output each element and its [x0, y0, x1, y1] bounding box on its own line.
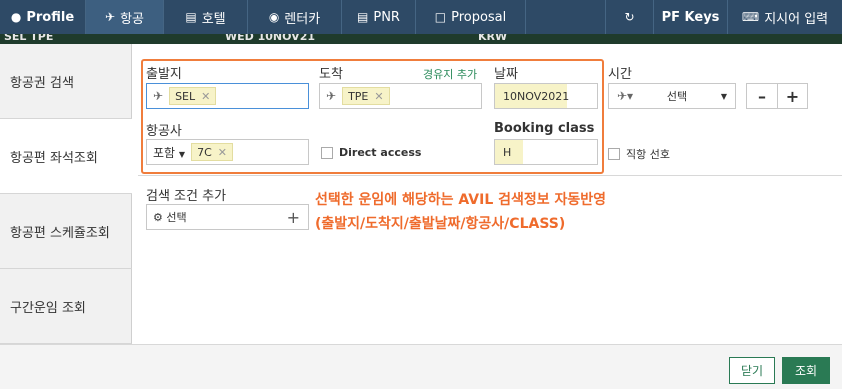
- annotation-line-1: 선택한 운임에 해당하는 AVIL 검색정보 자동반영: [315, 192, 607, 208]
- nav-spacer: [526, 0, 606, 34]
- nav-command[interactable]: ⌨ 지시어 입력: [728, 0, 842, 34]
- time-stepper: – +: [746, 83, 808, 109]
- nav-airline[interactable]: ✈ 항공: [86, 0, 164, 34]
- top-nav: ● Profile ✈ 항공 ▤ 호텔 ◉ 렌터카 ▤ PNR □ Propos…: [0, 0, 842, 34]
- search-button[interactable]: 조회: [782, 357, 830, 384]
- nav-hotel-label: 호텔: [201, 11, 226, 27]
- nav-profile[interactable]: ● Profile: [0, 0, 86, 34]
- tab-flight-schedule-label: 항공편 스케쥴조회: [10, 225, 110, 241]
- chevron-down-icon: ▼: [720, 91, 727, 101]
- nav-refresh[interactable]: ↻: [606, 0, 654, 34]
- tab-segment-fare-label: 구간운임 조회: [10, 300, 86, 316]
- nav-command-label: 지시어 입력: [764, 11, 829, 27]
- footer: 닫기 조회: [0, 344, 842, 389]
- increment-button[interactable]: +: [777, 84, 807, 108]
- nav-rentacar-label: 렌터카: [284, 11, 321, 27]
- annotation-line-2: (출발지/도착지/출발날짜/항공사/CLASS): [315, 216, 566, 232]
- plane-icon: ✈: [105, 10, 116, 24]
- nav-pfkeys[interactable]: PF Keys: [654, 0, 728, 34]
- more-conditions-label: 검색 조건 추가: [146, 189, 227, 204]
- sidebar: 항공권 검색 항공편 좌석조회 항공편 스케쥴조회 구간운임 조회: [0, 44, 132, 344]
- tab-seat-availability[interactable]: 항공편 좌석조회: [0, 119, 132, 194]
- plane-icon: ✈▾: [617, 89, 634, 103]
- tab-ticket-search-label: 항공권 검색: [10, 75, 74, 91]
- list-icon: ▤: [357, 10, 369, 24]
- keyboard-icon: ⌨: [741, 10, 760, 24]
- more-conditions-select[interactable]: ⚙ 선택 +: [146, 204, 309, 230]
- gear-icon: ⚙: [153, 211, 163, 224]
- time-label: 시간: [608, 67, 632, 82]
- summary-bar: SEL TPE WED 10NOV21 KRW: [0, 34, 842, 44]
- more-conditions-value: 선택: [166, 211, 187, 224]
- nav-profile-label: Profile: [26, 9, 75, 25]
- divider: [138, 175, 842, 176]
- user-icon: ●: [10, 10, 22, 24]
- summary-currency: KRW: [478, 34, 508, 43]
- nav-pnr[interactable]: ▤ PNR: [342, 0, 416, 34]
- more-conditions-value-wrap: ⚙ 선택: [153, 209, 187, 225]
- direct-flight-label: 직항 선호: [626, 148, 670, 161]
- summary-route: SEL TPE: [4, 34, 54, 43]
- time-select[interactable]: ✈▾ 선택 ▼: [608, 83, 736, 109]
- tab-seat-availability-label: 항공편 좌석조회: [10, 150, 98, 166]
- nav-hotel[interactable]: ▤ 호텔: [164, 0, 248, 34]
- plus-icon[interactable]: +: [287, 208, 300, 227]
- bed-icon: ▤: [185, 10, 197, 24]
- decrement-button[interactable]: –: [747, 84, 777, 108]
- summary-date: WED 10NOV21: [225, 34, 315, 43]
- nav-proposal-label: Proposal: [451, 9, 507, 25]
- checkbox-icon: [608, 148, 620, 160]
- nav-proposal[interactable]: □ Proposal: [416, 0, 526, 34]
- tab-flight-schedule[interactable]: 항공편 스케쥴조회: [0, 194, 132, 269]
- nav-airline-label: 항공: [120, 11, 144, 27]
- refresh-icon: ↻: [624, 10, 635, 24]
- tab-ticket-search[interactable]: 항공권 검색: [0, 44, 132, 119]
- clipboard-icon: □: [434, 10, 447, 24]
- close-button[interactable]: 닫기: [729, 357, 775, 384]
- nav-rentacar[interactable]: ◉ 렌터카: [248, 0, 342, 34]
- direct-flight-checkbox[interactable]: 직항 선호: [608, 146, 670, 162]
- highlight-box: [141, 59, 604, 174]
- nav-pfkeys-label: PF Keys: [661, 9, 720, 25]
- nav-pnr-label: PNR: [373, 9, 400, 25]
- time-select-value: 선택: [666, 90, 688, 103]
- car-icon: ◉: [268, 10, 280, 24]
- tab-segment-fare[interactable]: 구간운임 조회: [0, 269, 132, 344]
